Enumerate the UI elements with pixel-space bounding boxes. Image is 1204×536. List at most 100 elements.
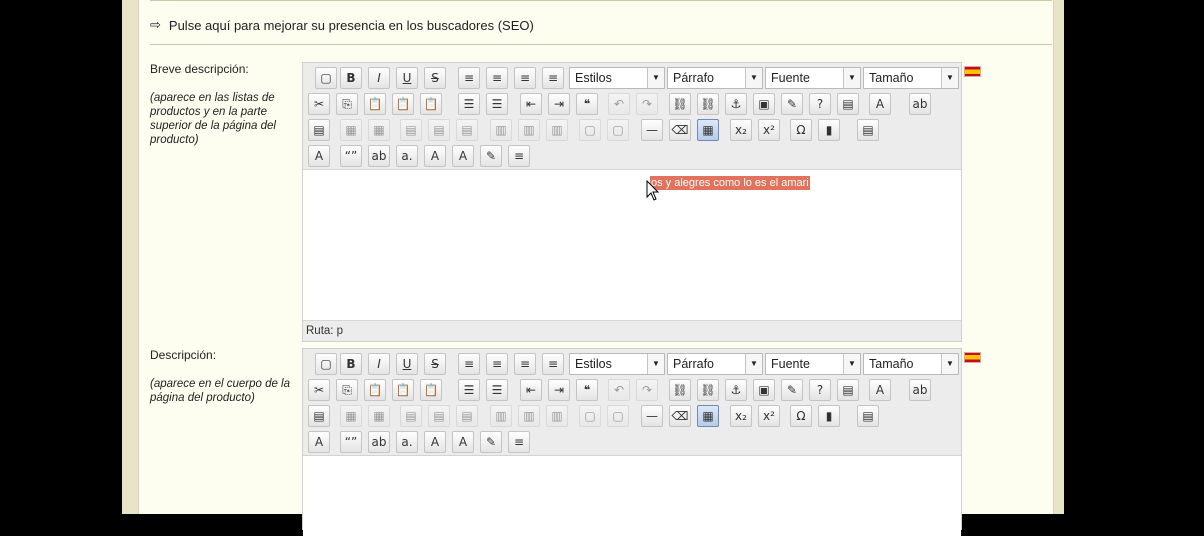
bold-button[interactable]: B (340, 353, 362, 375)
eraser-icon[interactable]: ⌫ (669, 405, 691, 427)
short-description-editor[interactable]: ▢ B I U S ≡ ≡ ≡ ≡ Estilos ▼ Párrafo ▼ Fuente ▼ Tamaño ▼ ✂… (302, 62, 962, 342)
flash-icon[interactable]: ✎ (781, 379, 803, 401)
font-dropdown[interactable]: Fuente ▼ (765, 67, 861, 89)
image-icon[interactable]: ▣ (753, 93, 775, 115)
delete-cell-icon[interactable]: ▥ (546, 119, 568, 141)
superscript-icon[interactable]: x² (758, 405, 780, 427)
indent-icon[interactable]: ⇥ (548, 93, 570, 115)
bullet-list-icon[interactable]: ☰ (458, 93, 480, 115)
redo-icon[interactable]: ↷ (636, 379, 658, 401)
bg-color-icon[interactable]: ab (909, 93, 931, 115)
bullet-list-icon[interactable]: ☰ (458, 379, 480, 401)
insert-row-icon[interactable]: ▤ (400, 119, 422, 141)
subscript-icon[interactable]: x₂ (730, 405, 752, 427)
pagebreak-icon[interactable]: ≡ (508, 431, 530, 453)
selected-text[interactable]: os y alegres como lo es el amari (650, 176, 810, 190)
link-icon[interactable]: ⛓ (669, 379, 691, 401)
new-page-icon[interactable]: ▢ (315, 67, 337, 89)
media-icon[interactable]: ▮ (818, 405, 840, 427)
split-cell-icon[interactable]: ▥ (490, 119, 512, 141)
show-blocks-icon[interactable]: ▤ (857, 405, 879, 427)
div-icon[interactable]: ▢ (579, 405, 601, 427)
merge-cell-icon[interactable]: ▥ (518, 405, 540, 427)
help-icon[interactable]: ? (809, 93, 831, 115)
align-left-icon[interactable]: ≡ (458, 67, 480, 89)
editor-content-area[interactable] (303, 456, 961, 536)
size-dropdown[interactable]: Tamaño ▼ (863, 67, 959, 89)
show-blocks-icon[interactable]: ▤ (857, 119, 879, 141)
flash-icon[interactable]: ✎ (781, 93, 803, 115)
text-color-icon[interactable]: A (452, 145, 474, 167)
undo-icon[interactable]: ↶ (608, 93, 630, 115)
edit-icon[interactable]: ✎ (480, 431, 502, 453)
font-dropdown[interactable]: Fuente ▼ (765, 353, 861, 375)
unlink-icon[interactable]: ⛓ (697, 379, 719, 401)
justify-icon[interactable]: ≡ (542, 67, 564, 89)
horizontal-rule-icon[interactable]: — (641, 119, 663, 141)
link-icon[interactable]: ⛓ (669, 93, 691, 115)
font-color-icon[interactable]: A (869, 379, 891, 401)
number-list-icon[interactable]: ☰ (486, 93, 508, 115)
font-color-icon[interactable]: A (869, 93, 891, 115)
pagebreak-icon[interactable]: ≡ (508, 145, 530, 167)
strike-button[interactable]: S (424, 67, 446, 89)
underline-button[interactable]: U (396, 67, 418, 89)
blockquote-icon[interactable]: ❝ (576, 379, 598, 401)
insert-row-icon[interactable]: ▤ (400, 405, 422, 427)
bg-color-icon[interactable]: ab (909, 379, 931, 401)
outdent-icon[interactable]: ⇤ (520, 93, 542, 115)
unlink-icon[interactable]: ⛓ (697, 93, 719, 115)
edit-icon[interactable]: ✎ (480, 145, 502, 167)
quote-icon[interactable]: “” (340, 431, 362, 453)
spellcheck-icon[interactable]: A (308, 145, 330, 167)
strike-button[interactable]: S (424, 353, 446, 375)
anchor-icon[interactable]: ⚓ (725, 379, 747, 401)
paste-word-icon[interactable]: 📋 (420, 93, 442, 115)
number-list-icon[interactable]: ☰ (486, 379, 508, 401)
format-dropdown[interactable]: Párrafo ▼ (667, 67, 763, 89)
table-insert-icon[interactable]: ▦ (697, 405, 719, 427)
seo-link[interactable]: ⇨ Pulse aquí para mejorar su presencia e… (150, 17, 534, 33)
redo-icon[interactable]: ↷ (636, 93, 658, 115)
cut-icon[interactable]: ✂ (308, 379, 330, 401)
help-icon[interactable]: ? (809, 379, 831, 401)
acronym-icon[interactable]: a. (396, 145, 418, 167)
blockquote-icon[interactable]: ❝ (576, 93, 598, 115)
div-icon[interactable]: ▢ (579, 119, 601, 141)
html-icon[interactable]: ▤ (837, 93, 859, 115)
strikeout-icon[interactable]: A (424, 145, 446, 167)
indent-icon[interactable]: ⇥ (548, 379, 570, 401)
merge-cell-icon[interactable]: ▥ (518, 119, 540, 141)
editor-content-area[interactable] (303, 170, 961, 320)
description-editor[interactable]: ▢ B I U S ≡ ≡ ≡ ≡ Estilos ▼ Párrafo ▼ Fuente ▼ Tamaño ▼ ✂… (302, 348, 962, 536)
delete-cell-icon[interactable]: ▥ (546, 405, 568, 427)
delete-col-icon[interactable]: ▤ (456, 405, 478, 427)
align-left-icon[interactable]: ≡ (458, 353, 480, 375)
frame-icon[interactable]: ▢ (607, 405, 629, 427)
align-center-icon[interactable]: ≡ (486, 67, 508, 89)
table-props-icon[interactable]: ▦ (368, 405, 390, 427)
quote-icon[interactable]: “” (340, 145, 362, 167)
split-cell-icon[interactable]: ▥ (490, 405, 512, 427)
paste-icon[interactable]: 📋 (364, 93, 386, 115)
template-icon[interactable]: ▤ (308, 405, 330, 427)
paste-word-icon[interactable]: 📋 (420, 379, 442, 401)
superscript-icon[interactable]: x² (758, 119, 780, 141)
outdent-icon[interactable]: ⇤ (520, 379, 542, 401)
eraser-icon[interactable]: ⌫ (669, 119, 691, 141)
styles-dropdown[interactable]: Estilos ▼ (569, 67, 665, 89)
paste-text-icon[interactable]: 📋 (392, 93, 414, 115)
spain-flag-icon[interactable] (964, 352, 981, 363)
spain-flag-icon[interactable] (964, 66, 981, 77)
subscript-icon[interactable]: x₂ (730, 119, 752, 141)
abbr-icon[interactable]: ab (368, 431, 390, 453)
abbr-icon[interactable]: ab (368, 145, 390, 167)
media-icon[interactable]: ▮ (818, 119, 840, 141)
strikeout-icon[interactable]: A (424, 431, 446, 453)
align-center-icon[interactable]: ≡ (486, 353, 508, 375)
italic-button[interactable]: I (368, 353, 390, 375)
html-icon[interactable]: ▤ (837, 379, 859, 401)
paste-text-icon[interactable]: 📋 (392, 379, 414, 401)
special-char-icon[interactable]: Ω (790, 119, 812, 141)
styles-dropdown[interactable]: Estilos ▼ (569, 353, 665, 375)
